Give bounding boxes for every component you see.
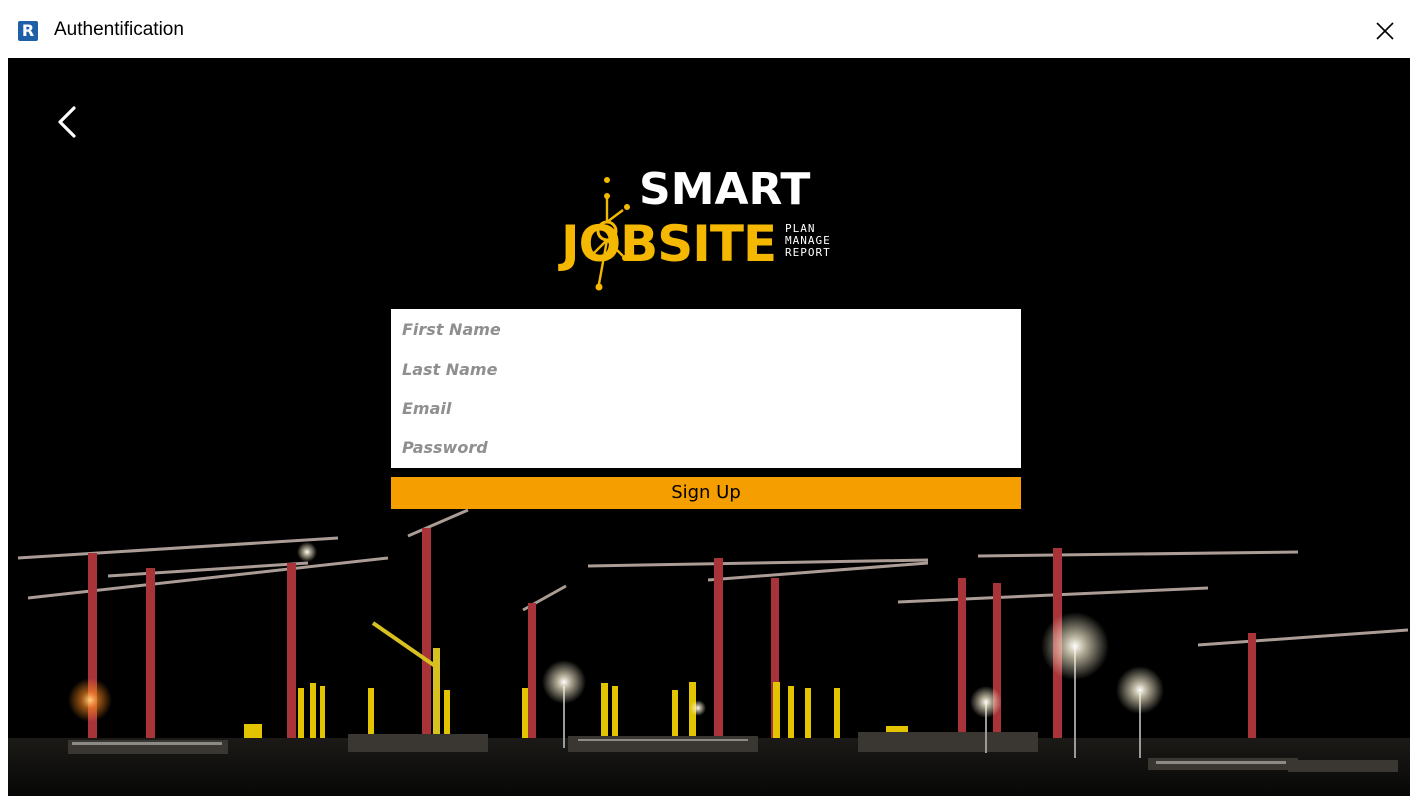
back-button[interactable]: [52, 102, 84, 142]
signup-form: [391, 309, 1021, 468]
logo-tagline-report: REPORT: [785, 246, 831, 259]
main-panel: SMART JOBSITE PLAN MANAGE REPORT Sign Up: [8, 58, 1410, 796]
email-input[interactable]: [391, 388, 1021, 428]
app-icon: R: [18, 21, 38, 41]
title-bar: R Authentification: [0, 0, 1418, 58]
logo-word-smart: SMART: [639, 164, 810, 215]
close-icon: [1376, 22, 1394, 40]
first-name-input[interactable]: [391, 309, 1021, 349]
smart-jobsite-logo: SMART JOBSITE PLAN MANAGE REPORT: [558, 164, 831, 291]
chevron-left-icon: [58, 106, 76, 138]
authentication-window: R Authentification SMART JOBSITE PLAN MA…: [0, 0, 1418, 796]
close-button[interactable]: [1368, 14, 1402, 48]
last-name-input[interactable]: [391, 349, 1021, 389]
password-input[interactable]: [391, 427, 1021, 467]
logo-word-jobsite: JOBSITE: [558, 215, 776, 273]
sign-up-button[interactable]: Sign Up: [391, 477, 1021, 509]
window-title: Authentification: [54, 19, 184, 40]
